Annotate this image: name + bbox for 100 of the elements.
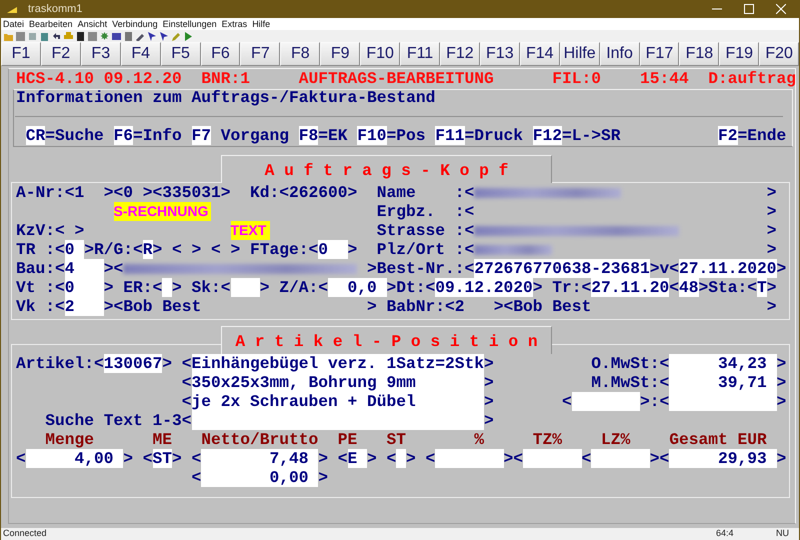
screen-label: =Druck bbox=[464, 126, 523, 145]
input-field[interactable] bbox=[591, 449, 650, 468]
function-key[interactable]: F10 bbox=[360, 42, 400, 66]
menu-item[interactable]: Datei bbox=[3, 19, 24, 29]
input-field[interactable]: 4 bbox=[64, 259, 104, 278]
function-key[interactable]: F17 bbox=[640, 42, 680, 66]
function-key[interactable]: F4 bbox=[120, 42, 161, 66]
input-field[interactable]: ST bbox=[152, 449, 172, 468]
screen-label: > bbox=[776, 259, 786, 278]
input-field[interactable]: 27.11.20 bbox=[591, 278, 670, 297]
function-key[interactable]: F8 bbox=[280, 42, 320, 66]
screen-label: Plz/Ort bbox=[376, 240, 445, 259]
input-field[interactable] bbox=[230, 278, 260, 297]
function-key[interactable]: F7 bbox=[240, 42, 280, 66]
screen-label: M.MwSt:< bbox=[591, 373, 670, 392]
input-field[interactable]: 272676770638-23681 bbox=[474, 259, 650, 278]
screen-label: > bbox=[123, 449, 133, 468]
screen-label: > bbox=[766, 202, 776, 221]
input-field[interactable]: 7,48 bbox=[201, 449, 318, 468]
input-field[interactable]: 0 bbox=[64, 240, 84, 259]
key-label: F11 bbox=[435, 126, 464, 145]
function-key[interactable]: F18 bbox=[679, 42, 720, 66]
input-field[interactable]: 0,0 bbox=[328, 278, 386, 297]
screen-label: KzV:< > bbox=[16, 221, 84, 240]
input-field[interactable]: R bbox=[142, 240, 152, 259]
status-text: FIL:0 bbox=[552, 69, 601, 88]
column-header: Gesamt EUR bbox=[669, 430, 767, 449]
highlight-label: S-RECHNUNG bbox=[114, 202, 211, 221]
input-field[interactable]: 130067 bbox=[104, 354, 162, 373]
input-field[interactable]: Einhängebügel verz. 1Satz=2Stk bbox=[192, 354, 484, 373]
input-field[interactable]: 4,00 bbox=[26, 449, 124, 468]
input-field[interactable]: 09.12.2020 bbox=[435, 278, 533, 297]
menu-item[interactable]: Extras bbox=[222, 19, 248, 29]
function-key[interactable]: F13 bbox=[480, 42, 520, 66]
function-key[interactable]: F11 bbox=[400, 42, 440, 66]
input-field[interactable] bbox=[572, 392, 640, 411]
input-field[interactable] bbox=[192, 411, 484, 430]
close-icon[interactable] bbox=[776, 4, 786, 14]
function-key[interactable]: F14 bbox=[520, 42, 560, 66]
screen-label: TR :< bbox=[16, 240, 65, 259]
input-field[interactable]: 48 bbox=[679, 278, 698, 297]
input-field[interactable]: T bbox=[757, 278, 767, 297]
maximize-icon[interactable] bbox=[744, 4, 754, 14]
gear-icon[interactable] bbox=[100, 32, 109, 40]
menu-item[interactable]: Verbindung bbox=[112, 19, 158, 29]
input-field[interactable]: je 2x Schrauben + Dübel bbox=[192, 392, 484, 411]
input-field[interactable] bbox=[396, 449, 406, 468]
input-field[interactable]: 29,93 bbox=[669, 449, 776, 468]
screen-label: > bbox=[776, 354, 786, 373]
key-label: F2 bbox=[718, 126, 738, 145]
function-key[interactable]: F3 bbox=[80, 42, 121, 66]
input-field[interactable]: 0 bbox=[318, 240, 348, 259]
menu-item[interactable]: Einstellungen bbox=[162, 19, 217, 29]
screen-label: > < > < > bbox=[152, 240, 240, 259]
input-field[interactable]: 0 bbox=[64, 278, 104, 297]
input-field[interactable] bbox=[435, 449, 504, 468]
function-key[interactable]: F5 bbox=[160, 42, 201, 66]
input-field[interactable] bbox=[523, 449, 582, 468]
screen-label: < bbox=[182, 392, 192, 411]
input-field[interactable] bbox=[669, 392, 776, 411]
screen-label: < bbox=[182, 373, 192, 392]
screen-label: > bbox=[766, 278, 776, 297]
column-header: ST bbox=[386, 430, 406, 449]
function-key[interactable]: F9 bbox=[320, 42, 360, 66]
function-key[interactable]: F19 bbox=[719, 42, 760, 66]
screen-label: > bbox=[766, 297, 776, 316]
screen-label: < bbox=[192, 468, 202, 487]
screen-label: < bbox=[669, 278, 679, 297]
function-key[interactable]: Info bbox=[600, 42, 640, 66]
input-field[interactable]: 2 bbox=[64, 297, 104, 316]
screen-label: O.MwSt:< bbox=[591, 354, 670, 373]
screen-label: > bbox=[484, 354, 494, 373]
screen-label: =EK bbox=[318, 126, 348, 145]
input-field[interactable]: 34,23 bbox=[669, 354, 776, 373]
input-field[interactable]: 350x25x3mm, Bohrung 9mm bbox=[192, 373, 484, 392]
function-key[interactable]: F20 bbox=[759, 42, 800, 66]
printer-icon[interactable] bbox=[64, 32, 73, 40]
menu-item[interactable]: Ansicht bbox=[78, 19, 108, 29]
input-field[interactable]: E bbox=[348, 449, 367, 468]
input-field[interactable]: 0,00 bbox=[201, 468, 318, 487]
function-key[interactable]: F1 bbox=[1, 42, 41, 66]
status-text: 15:44 bbox=[640, 69, 689, 88]
input-field[interactable]: 39,71 bbox=[669, 373, 776, 392]
key-label: F7 bbox=[192, 126, 211, 145]
menu-item[interactable]: Bearbeiten bbox=[29, 19, 73, 29]
input-field[interactable] bbox=[162, 278, 172, 297]
function-key[interactable]: Hilfe bbox=[560, 42, 600, 66]
status-text: BNR:1 bbox=[201, 69, 250, 88]
section-heading: A r t i k e l - P o s i t i o n bbox=[220, 326, 552, 354]
column-header: Netto/Brutto bbox=[201, 430, 318, 449]
function-key[interactable]: F2 bbox=[40, 42, 81, 66]
function-key[interactable]: F6 bbox=[200, 42, 240, 66]
function-key[interactable]: F12 bbox=[440, 42, 480, 66]
column-header: % bbox=[474, 430, 484, 449]
menu-item[interactable]: Hilfe bbox=[252, 19, 270, 29]
screen-label: < bbox=[562, 392, 572, 411]
undo-icon[interactable] bbox=[52, 32, 61, 40]
screen-label: Name bbox=[376, 183, 416, 202]
screen-label: >Best-Nr.:< bbox=[367, 259, 474, 278]
input-field[interactable]: 27.11.2020 bbox=[679, 259, 776, 278]
